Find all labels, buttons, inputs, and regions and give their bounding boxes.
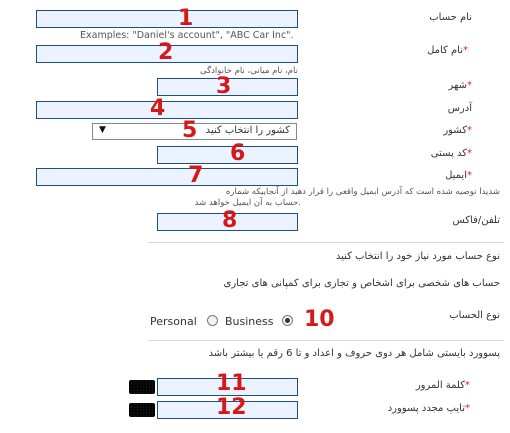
address-input[interactable] bbox=[36, 101, 298, 119]
email-input[interactable] bbox=[36, 168, 298, 186]
divider bbox=[148, 340, 504, 341]
email-label: ایمیل* bbox=[445, 170, 472, 181]
divider bbox=[148, 242, 504, 243]
chevron-down-icon: ▼ bbox=[99, 125, 106, 135]
full-name-label-text: نام کامل bbox=[427, 45, 463, 56]
account-name-label: نام حساب bbox=[429, 12, 472, 23]
marker-2: 2 bbox=[158, 40, 174, 65]
postal-code-label: کد پستی* bbox=[431, 148, 472, 159]
confirm-password-label: تایپ مجدد پسوورد* bbox=[388, 403, 470, 414]
country-label-text: کشور bbox=[443, 125, 467, 136]
business-radio[interactable] bbox=[282, 315, 293, 326]
email-hint-line-1: شدیدا توصیه شده است که آدرس ایمیل واقعی … bbox=[225, 187, 500, 197]
account-type-heading: نوع حساب مورد نیاز خود را انتخاب کنید bbox=[335, 251, 500, 262]
phone-fax-label: تلفن/فاکس bbox=[452, 215, 500, 226]
required-mark: * bbox=[465, 380, 470, 391]
country-selected-value: کشور را انتخاب کنید bbox=[205, 125, 290, 136]
account-name-input[interactable] bbox=[36, 10, 298, 28]
confirm-password-label-text: تایپ مجدد پسوورد bbox=[387, 403, 465, 414]
full-name-hint: نام، نام میانی، نام خانوادگی bbox=[200, 66, 298, 76]
account-type-description: حساب های شخصی برای اشخاص و تجاری برای کم… bbox=[223, 278, 500, 289]
marker-8: 8 bbox=[222, 208, 238, 233]
account-name-hint: Examples: "Daniel's account", "ABC Car I… bbox=[80, 30, 294, 41]
address-label: آدرس bbox=[447, 103, 472, 114]
marker-6: 6 bbox=[230, 141, 246, 166]
required-mark: * bbox=[467, 125, 472, 136]
password-label: کلمة المرور* bbox=[416, 380, 470, 391]
personal-radio[interactable] bbox=[207, 315, 218, 326]
marker-5: 5 bbox=[182, 118, 198, 143]
required-mark: * bbox=[467, 80, 472, 91]
virtual-keyboard-icon[interactable] bbox=[129, 380, 155, 394]
password-rule-text: پسوورد بایستی شامل هر دوی حروف و اعداد و… bbox=[208, 348, 500, 359]
marker-12: 12 bbox=[216, 395, 247, 420]
required-mark: * bbox=[467, 170, 472, 181]
marker-7: 7 bbox=[188, 163, 204, 188]
email-hint-line-2: حساب به آن ایمیل خواهد شد. bbox=[194, 198, 301, 208]
required-mark: * bbox=[467, 148, 472, 159]
full-name-label: نام کامل* bbox=[427, 45, 468, 56]
city-label-text: شهر bbox=[448, 80, 467, 91]
marker-3: 3 bbox=[216, 74, 232, 99]
account-type-label: نوع الحساب bbox=[449, 310, 500, 321]
business-option-label[interactable]: Business bbox=[225, 315, 274, 328]
marker-10: 10 bbox=[304, 307, 335, 332]
required-mark: * bbox=[465, 403, 470, 414]
personal-option-label[interactable]: Personal bbox=[150, 315, 197, 328]
marker-1: 1 bbox=[178, 6, 194, 31]
virtual-keyboard-icon[interactable] bbox=[129, 403, 155, 417]
postal-code-input[interactable] bbox=[157, 146, 298, 164]
password-label-text: کلمة المرور bbox=[415, 380, 465, 391]
marker-11: 11 bbox=[216, 371, 247, 396]
city-label: شهر* bbox=[448, 80, 472, 91]
required-mark: * bbox=[463, 45, 468, 56]
postal-code-label-text: کد پستی bbox=[430, 148, 467, 159]
country-label: کشور* bbox=[443, 125, 472, 136]
marker-4: 4 bbox=[150, 96, 166, 121]
email-label-text: ایمیل bbox=[445, 170, 467, 181]
